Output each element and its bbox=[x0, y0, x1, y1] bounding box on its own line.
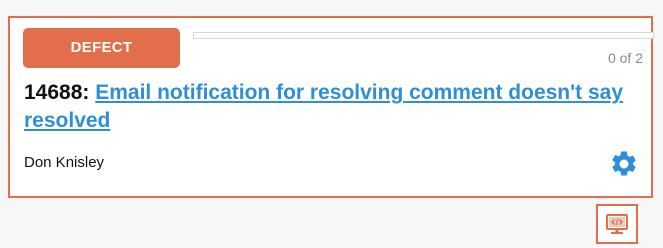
defect-card[interactable]: DEFECT 0 of 2 14688: Email notification … bbox=[8, 16, 654, 198]
code-preview-button[interactable] bbox=[596, 204, 638, 244]
card-id: 14688: bbox=[24, 81, 90, 104]
type-badge: DEFECT bbox=[23, 28, 180, 68]
task-progress-count: 0 of 2 bbox=[607, 50, 643, 66]
task-progress-bar bbox=[193, 32, 654, 39]
card-title: 14688: Email notification for resolving … bbox=[24, 79, 634, 135]
card-title-link[interactable]: Email notification for resolving comment… bbox=[24, 81, 623, 132]
monitor-code-icon bbox=[606, 214, 628, 234]
settings-button[interactable] bbox=[609, 149, 639, 179]
card-owner: Don Knisley bbox=[24, 154, 105, 171]
gear-icon bbox=[612, 151, 636, 176]
